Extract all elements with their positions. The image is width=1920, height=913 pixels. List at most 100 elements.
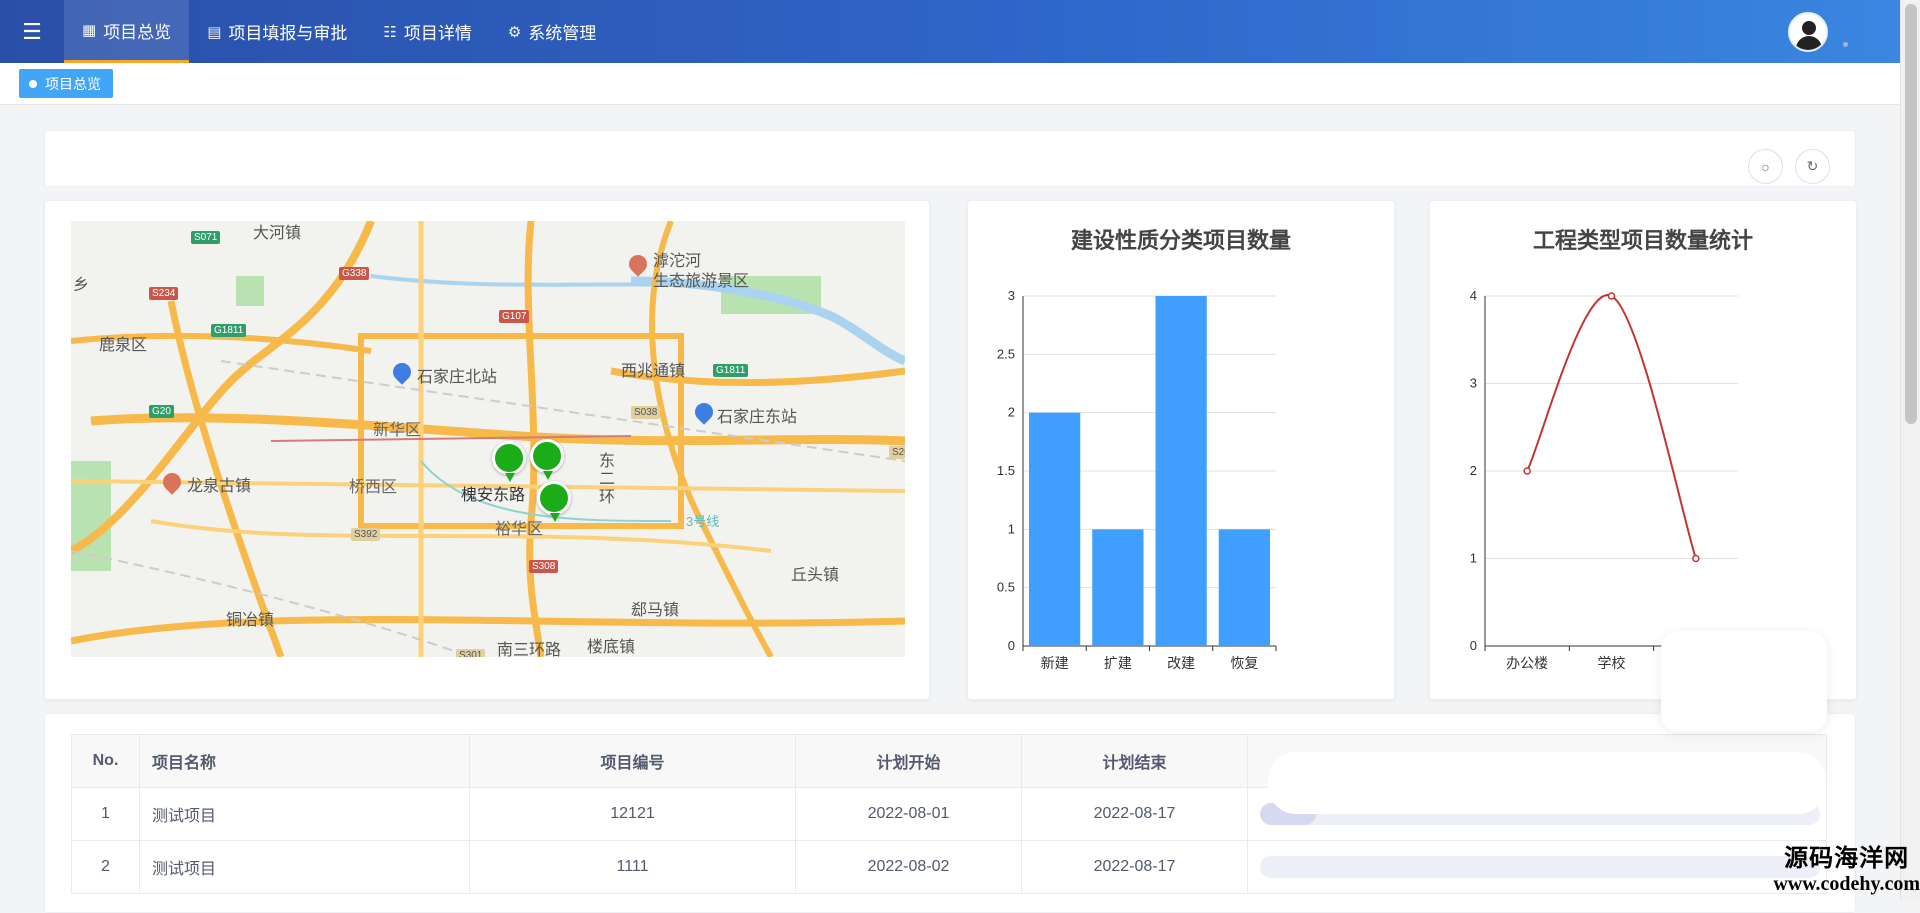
watermark: 源码海洋网 www.codehy.com (1773, 838, 1920, 896)
col-project-code: 项目编号 (470, 735, 796, 788)
overlay-blob (1268, 752, 1826, 814)
main-nav: ▦ 项目总览 ▤ 项目填报与审批 ☷ 项目详情 ⚙ 系统管理 (64, 0, 614, 63)
cell-no: 1 (72, 788, 140, 841)
tag-label: 项目总览 (45, 74, 101, 94)
map-label: 鹿泉区 (99, 331, 147, 355)
cell-plan-start: 2022-08-01 (796, 788, 1022, 841)
road-badge: G1811 (211, 324, 246, 337)
map-label: 乡 (73, 271, 89, 295)
table-row[interactable]: 2 测试项目 1111 2022-08-02 2022-08-17 (72, 841, 1827, 894)
map-label: 槐安东路 (461, 481, 525, 505)
x-tick-label: 恢复 (1230, 655, 1258, 671)
map-label: 丘头镇 (791, 561, 839, 585)
nav-item-label: 项目填报与审批 (228, 19, 347, 44)
map-label: 3号线 (686, 511, 719, 530)
map-card: 大河镇 鹿泉区 石家庄北站 新华区 桥西区 槐安东路 裕华区 龙泉古镇 铜冶镇 … (44, 200, 930, 700)
x-tick-label: 学校 (1598, 655, 1626, 671)
map-label: 铜冶镇 (226, 606, 274, 630)
nav-item-overview[interactable]: ▦ 项目总览 (64, 0, 189, 63)
engineering-type-chart-card: 工程类型项目数量统计 01234办公楼学校 (1429, 200, 1857, 700)
nav-item-report-approval[interactable]: ▤ 项目填报与审批 (189, 0, 365, 63)
nav-item-label: 系统管理 (528, 19, 596, 44)
nav-item-details[interactable]: ☷ 项目详情 (365, 0, 489, 63)
nav-item-label: 项目总览 (103, 18, 171, 43)
map-label: 大河镇 (253, 221, 301, 243)
road-badge: G1811 (713, 364, 748, 377)
line-chart: 01234办公楼学校 (1430, 201, 1858, 701)
chevron-down-icon[interactable] (1843, 42, 1848, 47)
dashboard-icon: ▦ (82, 21, 96, 39)
y-tick-label: 3 (1470, 376, 1477, 391)
y-tick-label: 1 (1008, 521, 1015, 536)
map-label: 西兆通镇 (621, 357, 685, 381)
road-badge: S301 (456, 649, 485, 657)
bar (1092, 529, 1143, 646)
avatar-head (1802, 21, 1816, 35)
map-label: 新华区 (373, 416, 421, 440)
road-badge: S308 (529, 560, 558, 573)
road-badge: S20 (889, 446, 905, 459)
map-label: 桥西区 (349, 473, 397, 497)
top-navbar: ☰ ▦ 项目总览 ▤ 项目填报与审批 ☷ 项目详情 ⚙ 系统管理 (0, 0, 1900, 63)
map-label: 石家庄东站 (717, 403, 797, 427)
project-map[interactable]: 大河镇 鹿泉区 石家庄北站 新华区 桥西区 槐安东路 裕华区 龙泉古镇 铜冶镇 … (71, 221, 905, 657)
nav-item-system[interactable]: ⚙ 系统管理 (490, 0, 614, 63)
search-button[interactable]: ○ (1748, 149, 1783, 184)
map-label: 裕华区 (495, 515, 543, 539)
map-label: 楼底镇 (587, 633, 635, 657)
construction-nature-chart-card: 建设性质分类项目数量 00.511.522.53新建扩建改建恢复 (967, 200, 1395, 700)
search-icon: ○ (1761, 159, 1769, 175)
bar-chart: 00.511.522.53新建扩建改建恢复 (968, 201, 1396, 701)
cell-project-code: 12121 (470, 788, 796, 841)
cell-project-name: 测试项目 (140, 841, 470, 894)
col-plan-end: 计划结束 (1022, 735, 1248, 788)
x-tick-label: 改建 (1167, 655, 1195, 671)
watermark-line2: www.codehy.com (1773, 873, 1920, 896)
cell-plan-end: 2022-08-17 (1022, 788, 1248, 841)
bar (1029, 413, 1080, 646)
x-tick-label: 扩建 (1104, 655, 1132, 671)
map-label: 郄马镇 (631, 596, 679, 620)
cell-project-code: 1111 (470, 841, 796, 894)
x-tick-label: 办公楼 (1506, 655, 1548, 671)
series-line (1527, 295, 1696, 558)
refresh-button[interactable]: ↻ (1795, 149, 1830, 184)
project-marker[interactable] (530, 439, 564, 473)
road-badge: S234 (149, 287, 178, 300)
scrollbar-thumb[interactable] (1905, 4, 1917, 424)
tag-overview[interactable]: 项目总览 (19, 69, 113, 98)
bar (1219, 529, 1270, 646)
y-tick-label: 2.5 (997, 346, 1015, 361)
y-tick-label: 3 (1008, 288, 1015, 303)
road-badge: S392 (351, 528, 380, 541)
nav-item-label: 项目详情 (404, 19, 472, 44)
data-point (1524, 468, 1530, 474)
col-no: No. (72, 735, 140, 788)
x-tick-label: 新建 (1041, 655, 1069, 671)
watermark-line1: 源码海洋网 (1773, 838, 1920, 873)
page-scrollbar[interactable] (1900, 0, 1920, 900)
col-plan-start: 计划开始 (796, 735, 1022, 788)
road-badge: G107 (499, 310, 529, 323)
map-roads (71, 221, 905, 657)
hamburger-icon[interactable]: ☰ (0, 0, 64, 63)
project-marker[interactable] (492, 441, 526, 475)
bar (1156, 296, 1207, 646)
map-label: 南三环路 (497, 636, 561, 657)
cell-plan-end: 2022-08-17 (1022, 841, 1248, 894)
avatar[interactable] (1788, 12, 1828, 52)
data-point (1609, 293, 1615, 299)
search-panel: ○ ↻ (44, 130, 1856, 187)
tags-bar: 项目总览 (0, 63, 1900, 105)
gear-icon: ⚙ (508, 23, 521, 41)
y-tick-label: 0 (1008, 638, 1015, 653)
y-tick-label: 0.5 (997, 580, 1015, 595)
cell-progress (1248, 841, 1827, 894)
y-tick-label: 2 (1008, 405, 1015, 420)
list-icon: ☷ (383, 23, 396, 41)
road-badge: S038 (631, 406, 660, 419)
map-label: 生态旅游景区 (653, 267, 749, 291)
y-tick-label: 2 (1470, 463, 1477, 478)
progress-bar (1260, 856, 1820, 878)
project-marker[interactable] (537, 481, 571, 515)
